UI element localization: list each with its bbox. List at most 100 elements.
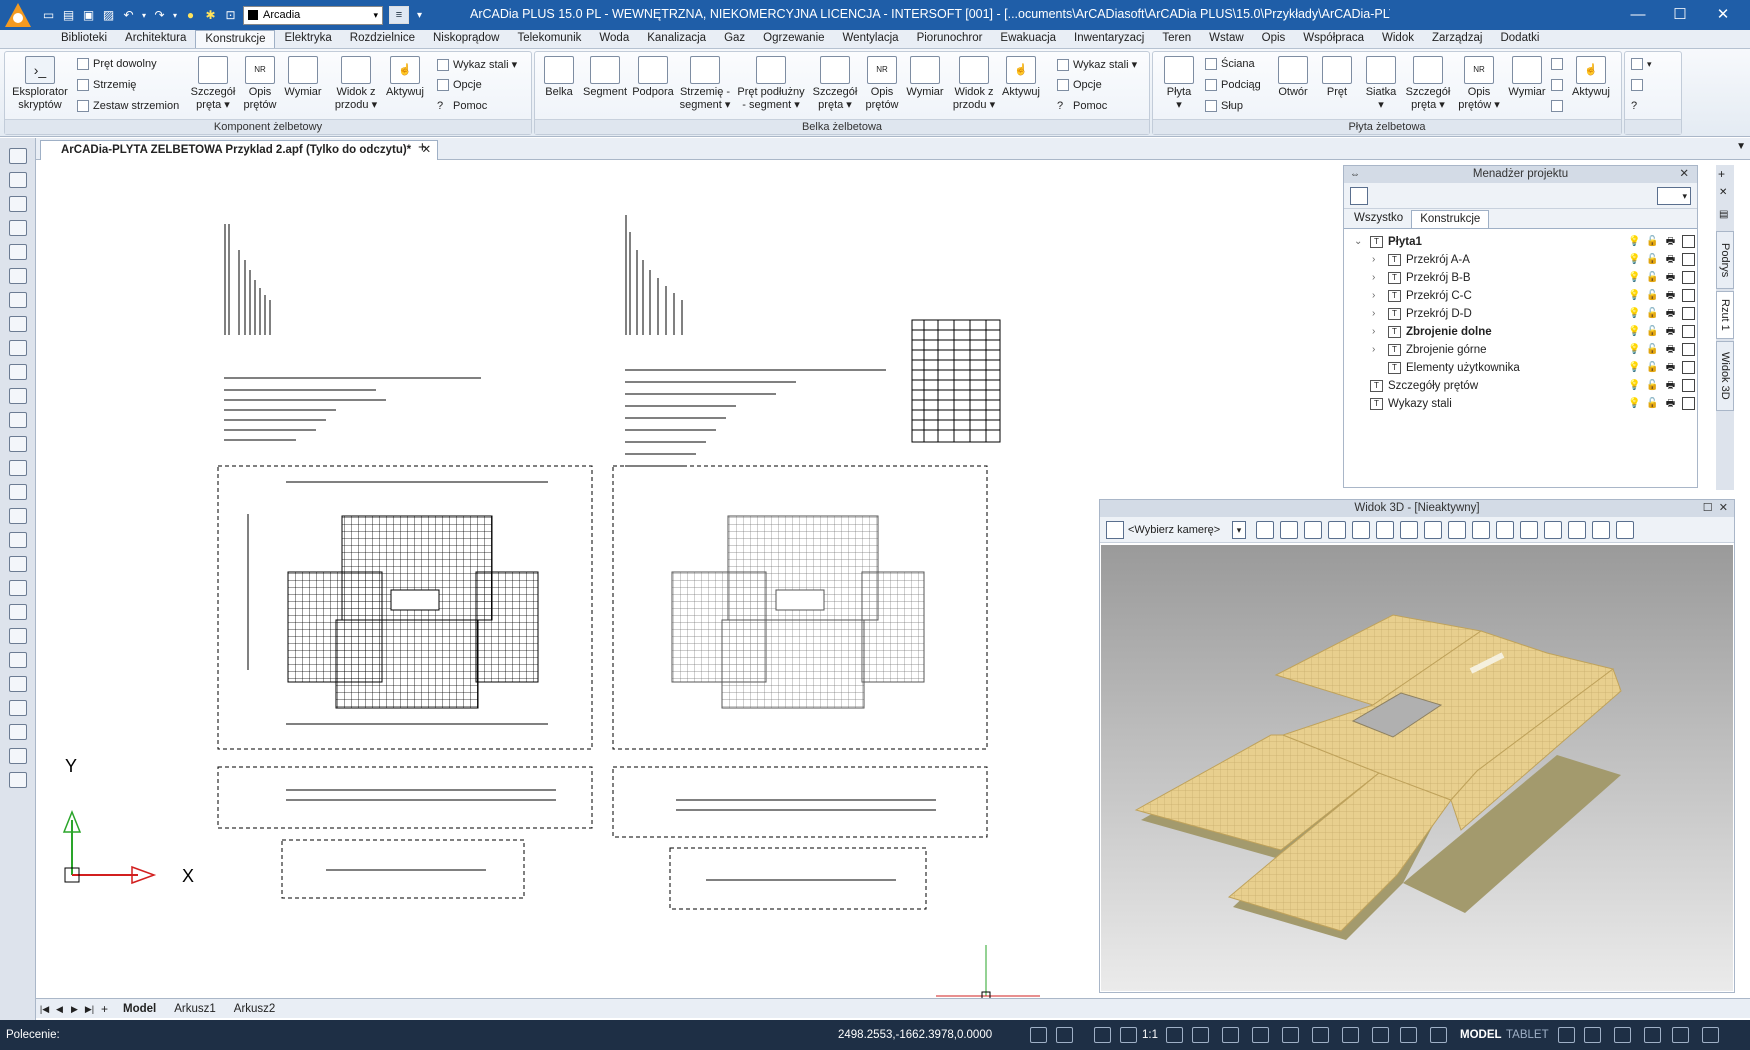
info-icon[interactable]: [1056, 1027, 1073, 1043]
options-button[interactable]: Opcje: [437, 79, 482, 91]
lock-icon[interactable]: 🔓: [1646, 397, 1659, 410]
beam-steel-list-button[interactable]: Wykaz stali ▾: [1057, 58, 1137, 71]
zoom-window-icon[interactable]: [9, 388, 27, 404]
tab-konstrukcje[interactable]: Konstrukcje: [1411, 210, 1490, 228]
expand-chevron-icon[interactable]: ›: [1372, 305, 1375, 323]
polyline-icon[interactable]: [9, 532, 27, 548]
expand-chevron-icon[interactable]: ›: [1372, 341, 1375, 359]
select-checkbox[interactable]: [1682, 253, 1695, 266]
menu-tab-konstrukcje[interactable]: Konstrukcje: [195, 30, 276, 48]
beam-dimension-button[interactable]: Wymiar: [903, 56, 947, 99]
slab-dimension-button[interactable]: Wymiar: [1505, 56, 1549, 99]
walk-icon[interactable]: [1400, 521, 1418, 539]
extra-list-button[interactable]: [1631, 79, 1643, 91]
slab-activate-button[interactable]: ☝ Aktywuj: [1567, 56, 1615, 99]
select-checkbox[interactable]: [1682, 343, 1695, 356]
select-checkbox[interactable]: [1682, 325, 1695, 338]
print-icon[interactable]: 🖶: [1664, 307, 1677, 320]
slab-bar-description-button[interactable]: NR Opis prętów ▾: [1455, 56, 1503, 112]
visibility-bulb-icon[interactable]: 💡: [1628, 379, 1641, 392]
new-file-icon[interactable]: ▭: [40, 7, 57, 24]
menu-tab-współpraca[interactable]: Współpraca: [1294, 30, 1373, 48]
person-icon[interactable]: [1584, 1027, 1601, 1043]
menu-tab-rozdzielnice[interactable]: Rozdzielnice: [341, 30, 424, 48]
arc-icon[interactable]: [9, 604, 27, 620]
menu-tab-ewakuacja[interactable]: Ewakuacja: [991, 30, 1065, 48]
open-folder-icon[interactable]: ▤: [60, 7, 77, 24]
longitudinal-bar-button[interactable]: Pręt podłużny - segment ▾: [733, 56, 809, 112]
tab-list-chevron-icon[interactable]: ▼: [1736, 141, 1746, 152]
stirrup-segment-button[interactable]: Strzemię - segment ▾: [677, 56, 733, 112]
maximize-button[interactable]: ☐: [1657, 0, 1703, 30]
visibility-bulb-icon[interactable]: 💡: [1628, 397, 1641, 410]
prev-layout-icon[interactable]: ◀: [53, 1002, 66, 1016]
close-icon[interactable]: ✕: [1679, 166, 1689, 183]
ucs-icon[interactable]: [1120, 1027, 1137, 1043]
pin-icon[interactable]: ⇔: [1350, 166, 1360, 183]
lock-icon[interactable]: 🔓: [1646, 343, 1659, 356]
camera-dropdown-icon[interactable]: ▾: [1232, 521, 1246, 539]
side-tab-podrys[interactable]: Podrys: [1716, 231, 1734, 289]
menu-tab-dodatki[interactable]: Dodatki: [1491, 30, 1548, 48]
print-icon[interactable]: 🖶: [1664, 379, 1677, 392]
dimension-button[interactable]: Wymiar: [281, 56, 325, 99]
menu-tab-ogrzewanie[interactable]: Ogrzewanie: [754, 30, 833, 48]
zoom-extents-icon[interactable]: [1256, 521, 1274, 539]
slab-button[interactable]: Płyta ▾: [1157, 56, 1201, 112]
render-icon[interactable]: [1520, 521, 1538, 539]
print-icon[interactable]: 🖶: [1664, 289, 1677, 302]
print-icon[interactable]: 🖶: [1664, 325, 1677, 338]
info-circle-icon[interactable]: [1672, 1027, 1689, 1043]
printer-icon[interactable]: [1448, 521, 1466, 539]
visibility-bulb-icon[interactable]: 💡: [1628, 343, 1641, 356]
camera-select[interactable]: <Wybierz kamerę>: [1128, 521, 1220, 539]
dim-vertical-icon[interactable]: [9, 556, 27, 572]
slab-extra-2-button[interactable]: [1551, 79, 1563, 91]
slab-bar-detail-button[interactable]: Szczegół pręta ▾: [1403, 56, 1453, 112]
select-checkbox[interactable]: [1682, 379, 1695, 392]
circle-icon[interactable]: [9, 676, 27, 692]
hide-icon[interactable]: [1616, 521, 1634, 539]
mesh-button[interactable]: Siatka ▾: [1359, 56, 1403, 112]
polar-icon[interactable]: [1342, 1027, 1359, 1043]
auto-scale-icon[interactable]: [1192, 1027, 1209, 1043]
next-layout-icon[interactable]: ▶: [68, 1002, 81, 1016]
visibility-bulb-icon[interactable]: 💡: [1628, 361, 1641, 374]
segment-button[interactable]: Segment: [581, 56, 629, 99]
model-space-button[interactable]: MODEL: [1460, 1029, 1502, 1041]
save-as-icon[interactable]: ▨: [100, 7, 117, 24]
menu-tab-zarządzaj[interactable]: Zarządzaj: [1423, 30, 1492, 48]
grid-dots-icon[interactable]: [1222, 1027, 1239, 1043]
expand-chevron-icon[interactable]: ›: [1372, 251, 1375, 269]
layer-select[interactable]: Arcadia ▾: [243, 5, 383, 25]
print-icon[interactable]: [1424, 521, 1442, 539]
move-icon[interactable]: [1352, 521, 1370, 539]
tree-item[interactable]: ⌄ T Płyta1 💡 🔓 🖶: [1344, 233, 1697, 251]
print-icon[interactable]: 🖶: [1664, 271, 1677, 284]
camera-settings-icon[interactable]: [1544, 521, 1562, 539]
filter-dropdown-icon[interactable]: ▾: [1657, 187, 1691, 205]
menu-tab-widok[interactable]: Widok: [1373, 30, 1423, 48]
app-logo-icon[interactable]: [0, 0, 36, 30]
redo-icon[interactable]: ↷: [151, 7, 168, 24]
workspace-icon[interactable]: [1614, 1027, 1631, 1043]
beam-options-button[interactable]: Opcje: [1057, 79, 1102, 91]
zoom-icon[interactable]: [9, 364, 27, 380]
slab-extra-3-button[interactable]: [1551, 100, 1563, 112]
save-icon[interactable]: ▣: [80, 7, 97, 24]
redo-dropdown-icon[interactable]: ▾: [171, 7, 179, 24]
properties-icon[interactable]: [9, 172, 27, 188]
visibility-bulb-icon[interactable]: 💡: [1628, 253, 1641, 266]
select-icon[interactable]: [9, 148, 27, 164]
opening-button[interactable]: Otwór: [1271, 56, 1315, 99]
region-icon[interactable]: [9, 748, 27, 764]
layer-on-icon[interactable]: ●: [182, 7, 199, 24]
layers-icon[interactable]: [9, 196, 27, 212]
dim-horizontal-icon[interactable]: [9, 580, 27, 596]
side-view-icon[interactable]: [1496, 521, 1514, 539]
annotation-icon[interactable]: [1166, 1027, 1183, 1043]
visibility-bulb-icon[interactable]: 💡: [1628, 325, 1641, 338]
menu-tab-elektryka[interactable]: Elektryka: [275, 30, 340, 48]
tree-item[interactable]: › T Przekrój B-B 💡 🔓 🖶: [1344, 269, 1697, 287]
pan-icon[interactable]: [9, 412, 27, 428]
